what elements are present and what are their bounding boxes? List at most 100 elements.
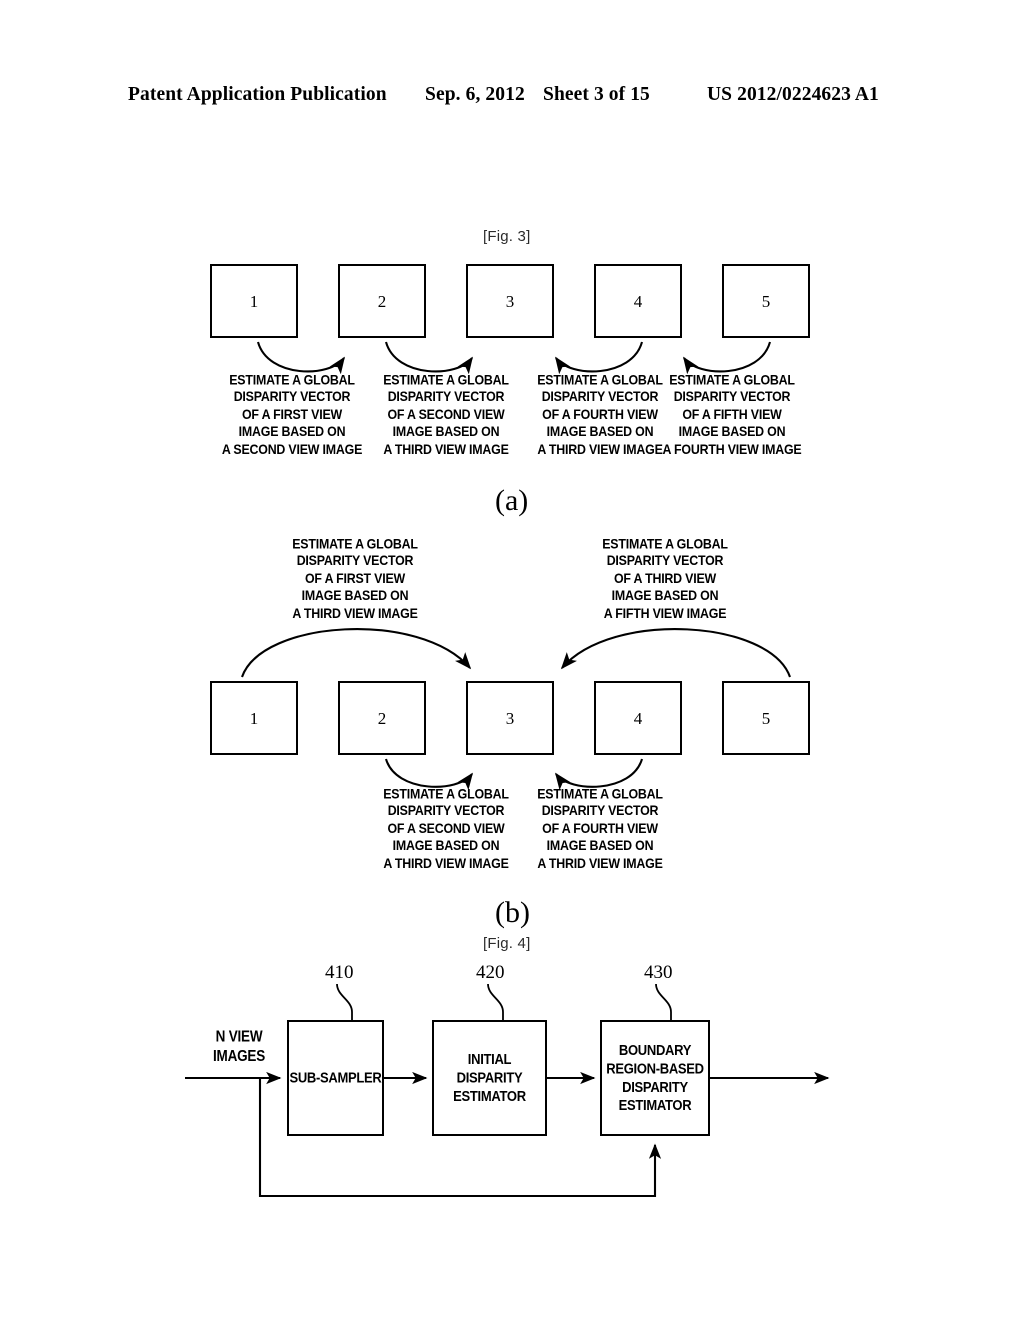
panel-a-view-box-4: 4 — [594, 264, 682, 338]
block-line: DISPARITY — [622, 1078, 688, 1096]
figure-area: [Fig. 3] 1 2 3 4 5 ESTIMATE A GLOBAL DIS… — [0, 0, 1024, 1320]
caption-line: IMAGE BASED ON — [611, 587, 719, 604]
panel-b-caption-below-2: ESTIMATE A GLOBAL DISPARITY VECTOR OF A … — [524, 786, 676, 872]
caption-line: ESTIMATE A GLOBAL — [292, 536, 418, 552]
panel-b-arc-bottom-1 — [384, 758, 473, 791]
panel-a-view-box-5-label: 5 — [761, 291, 771, 311]
caption-line: ESTIMATE A GLOBAL — [669, 372, 795, 388]
reference-numeral-430: 430 — [644, 962, 673, 983]
panel-b-caption-below-1: ESTIMATE A GLOBAL DISPARITY VECTOR OF A … — [370, 786, 522, 872]
panel-a-letter: (a) — [495, 484, 529, 517]
panel-a-view-box-1-label: 1 — [249, 291, 259, 311]
panel-a-caption-4: ESTIMATE A GLOBAL DISPARITY VECTOR OF A … — [656, 372, 808, 458]
leader-line-430 — [655, 983, 672, 1020]
panel-b-view-box-5-label: 5 — [761, 708, 771, 728]
caption-line: DISPARITY VECTOR — [233, 389, 351, 405]
caption-line: OF A FOURTH VIEW — [542, 820, 658, 837]
caption-line: ESTIMATE A GLOBAL — [537, 786, 663, 802]
reference-numeral-410: 410 — [325, 962, 354, 983]
panel-b-view-box-2: 2 — [338, 681, 426, 755]
block-line: SUB-SAMPLER — [289, 1068, 382, 1087]
panel-a-view-box-3: 3 — [466, 264, 554, 338]
block-sub-sampler-text: SUB-SAMPLER — [289, 1069, 381, 1087]
block-boundary-region-based-disparity-estimator-text: BOUNDARY REGION-BASED DISPARITY ESTIMATO… — [606, 1041, 704, 1115]
caption-line: A THIRD VIEW IMAGE — [383, 441, 509, 457]
panel-b-letter: (b) — [495, 896, 530, 929]
input-label-line: N VIEW — [215, 1027, 263, 1045]
caption-line: DISPARITY VECTOR — [541, 389, 659, 405]
caption-line: IMAGE BASED ON — [546, 423, 654, 440]
panel-b-arc-top-2 — [560, 628, 791, 678]
block-line: BOUNDARY — [618, 1041, 692, 1059]
caption-line: OF A FIFTH VIEW — [682, 406, 782, 423]
caption-line: OF A THIRD VIEW — [613, 570, 717, 587]
panel-b-view-box-4-label: 4 — [633, 708, 643, 728]
panel-a-view-box-5: 5 — [722, 264, 810, 338]
leader-line-420 — [487, 983, 504, 1020]
caption-line: IMAGE BASED ON — [392, 837, 500, 854]
caption-line: DISPARITY VECTOR — [673, 389, 791, 405]
leader-line-410 — [336, 983, 353, 1020]
panel-a-arc-4 — [683, 341, 772, 375]
caption-line: A THIRD VIEW IMAGE — [537, 441, 663, 457]
caption-line: DISPARITY VECTOR — [296, 553, 414, 569]
caption-line: OF A FOURTH VIEW — [542, 406, 658, 423]
panel-b-caption-above-2: ESTIMATE A GLOBAL DISPARITY VECTOR OF A … — [589, 536, 741, 622]
caption-line: IMAGE BASED ON — [392, 423, 500, 440]
caption-line: ESTIMATE A GLOBAL — [383, 372, 509, 388]
panel-b-caption-above-1: ESTIMATE A GLOBAL DISPARITY VECTOR OF A … — [279, 536, 431, 622]
panel-b-arc-top-1 — [241, 628, 472, 678]
caption-line: A THRID VIEW IMAGE — [537, 855, 663, 871]
caption-line: IMAGE BASED ON — [301, 587, 409, 604]
panel-a-arc-3 — [555, 341, 644, 375]
caption-line: OF A SECOND VIEW — [387, 820, 505, 837]
caption-line: ESTIMATE A GLOBAL — [383, 786, 509, 802]
input-label-n-view-images: N VIEW IMAGES — [198, 1026, 280, 1065]
caption-line: OF A FIRST VIEW — [241, 406, 343, 423]
panel-a-view-box-4-label: 4 — [633, 291, 643, 311]
caption-line: IMAGE BASED ON — [238, 423, 346, 440]
caption-line: ESTIMATE A GLOBAL — [602, 536, 728, 552]
panel-b-view-box-3-label: 3 — [505, 708, 515, 728]
panel-b-view-box-2-label: 2 — [377, 708, 387, 728]
panel-a-caption-1: ESTIMATE A GLOBAL DISPARITY VECTOR OF A … — [216, 372, 368, 458]
input-label-line: IMAGES — [212, 1047, 266, 1065]
caption-line: A THIRD VIEW IMAGE — [292, 605, 418, 621]
reference-numeral-420: 420 — [476, 962, 505, 983]
panel-a-view-box-1: 1 — [210, 264, 298, 338]
panel-a-arc-2 — [384, 341, 473, 375]
block-line: ESTIMATOR — [453, 1087, 526, 1105]
block-sub-sampler: SUB-SAMPLER — [287, 1020, 384, 1136]
caption-line: A FIFTH VIEW IMAGE — [603, 605, 727, 621]
caption-line: OF A SECOND VIEW — [387, 406, 505, 423]
panel-a-view-box-3-label: 3 — [505, 291, 515, 311]
panel-a-arc-1 — [256, 341, 345, 375]
panel-b-view-box-5: 5 — [722, 681, 810, 755]
panel-b-view-box-3: 3 — [466, 681, 554, 755]
caption-line: DISPARITY VECTOR — [387, 389, 505, 405]
panel-a-view-box-2: 2 — [338, 264, 426, 338]
panel-a-caption-2: ESTIMATE A GLOBAL DISPARITY VECTOR OF A … — [370, 372, 522, 458]
caption-line: DISPARITY VECTOR — [606, 553, 724, 569]
caption-line: A THIRD VIEW IMAGE — [383, 855, 509, 871]
caption-line: IMAGE BASED ON — [546, 837, 654, 854]
caption-line: IMAGE BASED ON — [678, 423, 786, 440]
figure-3-label: [Fig. 3] — [483, 228, 531, 245]
caption-line: A SECOND VIEW IMAGE — [221, 441, 363, 457]
caption-line: ESTIMATE A GLOBAL — [537, 372, 663, 388]
block-line: REGION-BASED — [606, 1059, 704, 1077]
panel-b-view-box-1-label: 1 — [249, 708, 259, 728]
caption-line: ESTIMATE A GLOBAL — [229, 372, 355, 388]
panel-b-arc-bottom-2 — [555, 758, 644, 791]
panel-b-view-box-4: 4 — [594, 681, 682, 755]
block-initial-disparity-estimator-text: INITIAL DISPARITY ESTIMATOR — [434, 1050, 545, 1105]
panel-a-view-box-2-label: 2 — [377, 291, 387, 311]
panel-b-view-box-1: 1 — [210, 681, 298, 755]
panel-a-caption-3: ESTIMATE A GLOBAL DISPARITY VECTOR OF A … — [524, 372, 676, 458]
block-line: ESTIMATOR — [618, 1096, 692, 1114]
caption-line: DISPARITY VECTOR — [541, 803, 659, 819]
block-line: INITIAL DISPARITY — [456, 1050, 523, 1087]
block-boundary-region-based-disparity-estimator: BOUNDARY REGION-BASED DISPARITY ESTIMATO… — [600, 1020, 710, 1136]
caption-line: OF A FIRST VIEW — [304, 570, 406, 587]
caption-line: A FOURTH VIEW IMAGE — [662, 441, 802, 457]
